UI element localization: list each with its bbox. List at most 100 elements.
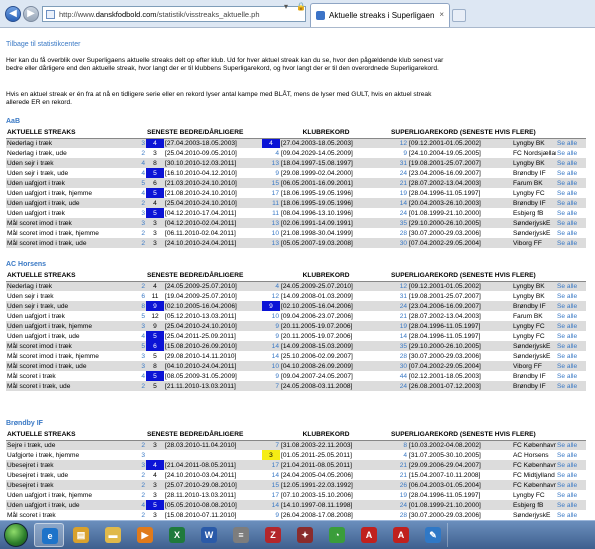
see-all-link[interactable]: Se alle (556, 238, 587, 248)
league-record-period: [06.04.2003-01.05.2004] (408, 480, 513, 490)
see-all-link[interactable]: Se alle (556, 301, 587, 311)
address-bar[interactable]: http://www.danskfodbold.com/statistik/vi… (42, 6, 306, 22)
recent-count: 3 (146, 440, 164, 450)
taskbar-filezilla-button[interactable]: Z (258, 523, 288, 547)
current-count: 3 (124, 321, 146, 331)
column-header-blank (556, 271, 586, 281)
see-all-link[interactable]: Se alle (556, 510, 587, 520)
club-record-count: 3 (262, 450, 281, 460)
streak-label: Mål scoret imod i træk, ude (6, 238, 124, 248)
current-count: 3 (124, 361, 146, 371)
taskbar-acrobat-button[interactable]: A (354, 523, 384, 547)
recent-count: 5 (146, 371, 164, 381)
recent-count: 3 (146, 218, 164, 228)
see-all-link[interactable]: Se alle (556, 281, 587, 291)
league-record-count: 28 (390, 228, 409, 238)
see-all-link[interactable]: Se alle (556, 371, 587, 381)
tab-active[interactable]: Aktuelle streaks i Superligaen × (310, 3, 450, 27)
start-button[interactable] (4, 523, 28, 547)
taskbar-word-button[interactable]: W (194, 523, 224, 547)
see-all-link[interactable]: Se alle (556, 208, 587, 218)
see-all-link[interactable]: Se alle (556, 361, 587, 371)
recent-count: 3 (146, 490, 164, 500)
league-record-count: 14 (390, 331, 409, 341)
url-text: http://www.danskfodbold.com/statistik/vi… (59, 10, 260, 19)
taskbar-media-button[interactable]: ▶ (130, 523, 160, 547)
league-record-period: [29.10.2000-26.10.2005] (408, 218, 513, 228)
recent-count: 5 (146, 168, 164, 178)
see-all-link[interactable]: Se alle (556, 460, 587, 470)
recent-period: [05.05.2010-08.08.2010] (164, 500, 263, 510)
see-all-link[interactable]: Se alle (556, 341, 587, 351)
tab-close-icon[interactable]: × (439, 10, 444, 19)
club-record-count: 9 (262, 168, 281, 178)
folder-icon: ▬ (105, 527, 121, 543)
recent-count: 9 (146, 301, 164, 311)
taskbar-excel-button[interactable]: X (162, 523, 192, 547)
see-all-link[interactable]: Se alle (556, 291, 587, 301)
taskbar-game-button[interactable]: ✦ (290, 523, 320, 547)
see-all-link[interactable]: Se alle (556, 228, 587, 238)
see-all-link[interactable]: Se alle (556, 138, 587, 148)
club-name[interactable]: AC Horsens (6, 261, 586, 271)
table-row: Mål scoret imod i træk 3 3 [04.12.2010-02.0… (6, 218, 587, 228)
see-all-link[interactable]: Se alle (556, 490, 587, 500)
league-record-count: 35 (390, 341, 409, 351)
league-record-club: Brøndby IF (512, 301, 557, 311)
streak-label: Uden sejr i træk (6, 291, 124, 301)
league-record-club: SønderjyskE (512, 351, 557, 361)
club-record-period: [24.04.2005-04.05.2006] (280, 470, 391, 480)
taskbar-acrobat2-button[interactable]: A (386, 523, 416, 547)
see-all-link[interactable]: Se alle (556, 450, 587, 460)
see-all-link[interactable]: Se alle (556, 480, 587, 490)
league-record-count: 19 (390, 188, 409, 198)
league-record-period: [28.04.1996-11.05.1997] (408, 188, 513, 198)
see-all-link[interactable]: Se alle (556, 381, 587, 391)
recent-count: 3 (146, 228, 164, 238)
club-record-count: 15 (262, 480, 281, 490)
taskbar-chat-button[interactable]: ◔ (322, 523, 352, 547)
club-record-count: 14 (262, 341, 281, 351)
see-all-link[interactable]: Se alle (556, 168, 587, 178)
see-all-link[interactable]: Se alle (556, 148, 587, 158)
see-all-link[interactable]: Se alle (556, 321, 587, 331)
see-all-link[interactable]: Se alle (556, 470, 587, 480)
table-row: Mål scoret i træk, ude 2 5 [21.11.2010-13.0… (6, 381, 587, 391)
new-tab-button[interactable] (452, 9, 466, 22)
see-all-link[interactable]: Se alle (556, 158, 587, 168)
taskbar-explorer-button[interactable]: ▤ (66, 523, 96, 547)
taskbar-ie-button[interactable]: e (34, 523, 64, 547)
see-all-link[interactable]: Se alle (556, 198, 587, 208)
taskbar-calc-button[interactable]: ≡ (226, 523, 256, 547)
club-record-period: [18.04.1997-15.08.1997] (280, 158, 391, 168)
club-name[interactable]: Brøndby IF (6, 420, 586, 430)
league-record-count: 12 (390, 281, 409, 291)
league-record-count: 24 (390, 168, 409, 178)
column-header-league-record: SUPERLIGAREKORD (SENESTE HVIS FLERE) (391, 431, 536, 439)
streak-label: Ubesejret i træk (6, 480, 124, 490)
forward-button[interactable]: ▶ (23, 6, 39, 22)
see-all-link[interactable]: Se alle (556, 311, 587, 321)
see-all-link[interactable]: Se alle (556, 351, 587, 361)
taskbar-app-button[interactable]: ✎ (418, 523, 448, 547)
table-row: Mål scoret imod i træk 5 6 [15.08.2010-26.0… (6, 341, 587, 351)
club-name[interactable]: AaB (6, 118, 586, 128)
table-row: Mål scoret i træk 2 3 [15.08.2010-07.11.201… (6, 510, 587, 520)
recent-count: 3 (146, 510, 164, 520)
back-button[interactable]: ◀ (5, 6, 21, 22)
see-all-link[interactable]: Se alle (556, 331, 587, 341)
intro-text: Her kan du få overblik over Superligaens… (6, 57, 444, 72)
see-all-link[interactable]: Se alle (556, 188, 587, 198)
taskbar-folder-button[interactable]: ▬ (98, 523, 128, 547)
back-to-statistics-link[interactable]: Tilbage til statistikcenter (6, 41, 80, 48)
club-record-period: [07.10.2003-15.10.2006] (280, 490, 391, 500)
recent-period: [24.05.2009-25.07.2010] (164, 281, 263, 291)
see-all-link[interactable]: Se alle (556, 218, 587, 228)
table-row: Uden uafgjort i træk 5 6 [21.03.2010-24.10.… (6, 178, 587, 188)
see-all-link[interactable]: Se alle (556, 178, 587, 188)
league-record-count: 28 (390, 351, 409, 361)
see-all-link[interactable]: Se alle (556, 440, 587, 450)
current-count: 2 (124, 470, 146, 480)
league-record-club: Lyngby FC (512, 321, 557, 331)
see-all-link[interactable]: Se alle (556, 500, 587, 510)
